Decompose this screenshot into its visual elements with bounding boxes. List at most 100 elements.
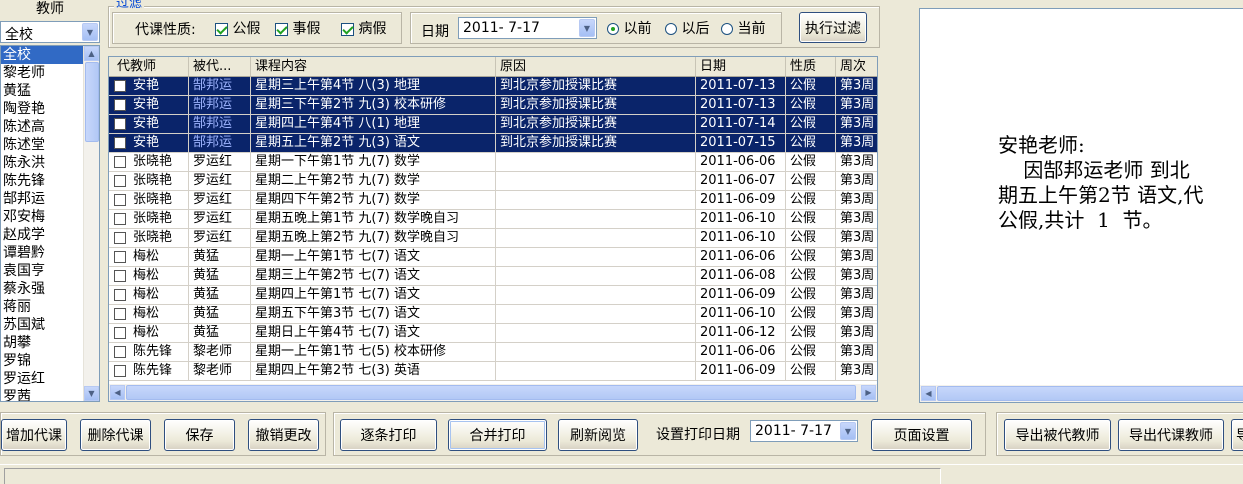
table-row[interactable]: 张晓艳 罗运红 星期四下午第2节 九(7) 数学 2011-06-09 公假 第3周 xyxy=(109,191,877,210)
checkbox-gongjia[interactable] xyxy=(215,22,228,36)
cell-date: 2011-06-10 xyxy=(696,305,786,324)
table-row[interactable]: 梅松 黄猛 星期三上午第2节 七(7) 语文 2011-06-08 公假 第3周 xyxy=(109,267,877,286)
filter-date-picker[interactable]: 2011- 7-17 ▼ xyxy=(458,17,597,39)
page-setup-button[interactable]: 页面设置 xyxy=(871,419,972,451)
table-row[interactable]: 安艳 郜邦运 星期四上午第4节 八(1) 地理 到北京参加授课比赛 2011-07-14… xyxy=(109,115,877,134)
cell-type: 公假 xyxy=(786,210,836,229)
export-more-button[interactable]: 导 xyxy=(1231,419,1243,451)
column-header[interactable]: 被代... xyxy=(189,57,251,77)
teacher-scope-dropdown[interactable]: 全校 ▼ xyxy=(0,21,100,43)
print-date-picker[interactable]: 2011- 7-17 ▼ xyxy=(750,420,858,442)
row-checkbox[interactable] xyxy=(114,99,126,111)
row-checkbox[interactable] xyxy=(114,175,126,187)
row-checkbox[interactable] xyxy=(114,156,126,168)
refresh-preview-button[interactable]: 刷新阅览 xyxy=(558,419,638,451)
radio-after-circle[interactable] xyxy=(665,23,677,35)
column-header[interactable]: 原因 xyxy=(496,57,696,77)
table-row[interactable]: 梅松 黄猛 星期五下午第3节 七(7) 语文 2011-06-10 公假 第3周 xyxy=(109,305,877,324)
cell-week: 第3周 xyxy=(836,77,877,96)
column-header[interactable]: 课程内容 xyxy=(251,57,496,77)
delete-substitution-button[interactable]: 删除代课 xyxy=(80,419,151,451)
print-each-button[interactable]: 逐条打印 xyxy=(340,419,437,451)
teacher-list[interactable]: 全校 黎老师 黄猛 陶登艳 陈述高 陈述堂 陈永洪 陈先锋 郜邦运 邓安梅 赵成学 谭碧黔 袁国亨 蔡永强… xyxy=(0,45,100,402)
cell-reason: 到北京参加授课比赛 xyxy=(496,77,696,96)
row-checkbox[interactable] xyxy=(114,232,126,244)
chevron-down-icon[interactable]: ▼ xyxy=(840,422,856,440)
scroll-up-icon[interactable]: ▲ xyxy=(84,46,99,61)
cell-orig: 黎老师 xyxy=(189,343,251,362)
chevron-down-icon[interactable]: ▼ xyxy=(579,19,595,37)
cell-course: 星期五上午第2节 九(3) 语文 xyxy=(251,134,496,153)
table-row[interactable]: 张晓艳 罗运红 星期五晚上第1节 九(7) 数学晚自习 2011-06-10 公假 第3周 xyxy=(109,210,877,229)
radio-current-circle[interactable] xyxy=(721,23,733,35)
scroll-left-icon[interactable]: ◀ xyxy=(921,386,936,401)
radio-before-label: 以前 xyxy=(623,21,652,37)
table-row[interactable]: 安艳 郜邦运 星期五上午第2节 九(3) 语文 到北京参加授课比赛 2011-07-15… xyxy=(109,134,877,153)
scrollbar-thumb[interactable] xyxy=(85,62,99,142)
table-row[interactable]: 张晓艳 罗运红 星期二上午第2节 九(7) 数学 2011-06-07 公假 第3周 xyxy=(109,172,877,191)
row-checkbox[interactable] xyxy=(114,137,126,149)
row-checkbox[interactable] xyxy=(114,194,126,206)
table-row[interactable]: 陈先锋 黎老师 星期一上午第1节 七(5) 校本研修 2011-06-06 公假 第3周 xyxy=(109,343,877,362)
checkbox-bingjia[interactable] xyxy=(341,22,354,36)
row-checkbox[interactable] xyxy=(114,289,126,301)
export-substituted-teacher-button[interactable]: 导出被代教师 xyxy=(1004,419,1111,451)
print-merged-button[interactable]: 合并打印 xyxy=(448,419,547,451)
type-checkbox-shijia[interactable]: 事假 xyxy=(275,18,320,38)
table-row[interactable]: 张晓艳 罗运红 星期五晚上第2节 九(7) 数学晚自习 2011-06-10 公假 第3周 xyxy=(109,229,877,248)
cell-reason xyxy=(496,153,696,172)
row-checkbox[interactable] xyxy=(114,365,126,377)
undo-changes-button[interactable]: 撤销更改 xyxy=(248,419,319,451)
column-header[interactable]: 代教师 xyxy=(109,57,189,77)
preview-hscrollbar[interactable]: ◀ xyxy=(920,385,1243,402)
scroll-down-icon[interactable]: ▼ xyxy=(84,386,99,401)
table-row[interactable]: 梅松 黄猛 星期一上午第1节 七(7) 语文 2011-06-06 公假 第3周 xyxy=(109,248,877,267)
table-row[interactable]: 陈先锋 黎老师 星期四上午第2节 七(3) 英语 2011-06-09 公假 第3周 xyxy=(109,362,877,381)
row-checkbox[interactable] xyxy=(114,270,126,282)
row-checkbox[interactable] xyxy=(114,213,126,225)
checkbox-shijia[interactable] xyxy=(275,22,288,36)
scroll-left-icon[interactable]: ◀ xyxy=(110,385,125,400)
save-button[interactable]: 保存 xyxy=(164,419,235,451)
teacher-panel-header: 教师 xyxy=(36,1,64,17)
column-header[interactable]: 性质 xyxy=(786,57,836,77)
add-substitution-button[interactable]: 增加代课 xyxy=(1,419,67,451)
scroll-right-icon[interactable]: ▶ xyxy=(861,385,876,400)
cell-course: 星期一上午第1节 七(5) 校本研修 xyxy=(251,343,496,362)
cell-type: 公假 xyxy=(786,305,836,324)
cell-week: 第3周 xyxy=(836,362,877,381)
chevron-down-icon[interactable]: ▼ xyxy=(82,23,98,41)
radio-after[interactable]: 以后 xyxy=(665,18,709,38)
radio-before[interactable]: 以前 xyxy=(607,18,651,38)
column-header[interactable]: 周次 xyxy=(836,57,877,77)
row-checkbox[interactable] xyxy=(114,80,126,92)
type-checkbox-bingjia[interactable]: 病假 xyxy=(341,18,386,38)
cell-date: 2011-07-15 xyxy=(696,134,786,153)
table-row[interactable]: 梅松 黄猛 星期四上午第1节 七(7) 语文 2011-06-09 公假 第3周 xyxy=(109,286,877,305)
row-checkbox[interactable] xyxy=(114,308,126,320)
table-row[interactable]: 梅松 黄猛 星期日上午第4节 七(7) 语文 2011-06-12 公假 第3周 xyxy=(109,324,877,343)
table-row[interactable]: 安艳 郜邦运 星期三上午第4节 八(3) 地理 到北京参加授课比赛 2011-07-13… xyxy=(109,77,877,96)
table-row[interactable]: 张晓艳 罗运红 星期一下午第1节 九(7) 数学 2011-06-06 公假 第3周 xyxy=(109,153,877,172)
hscrollbar-thumb[interactable] xyxy=(937,386,1243,401)
cell-orig: 郜邦运 xyxy=(189,96,251,115)
radio-current[interactable]: 当前 xyxy=(721,18,765,38)
row-checkbox[interactable] xyxy=(114,118,126,130)
cell-week: 第3周 xyxy=(836,343,877,362)
row-checkbox[interactable] xyxy=(114,251,126,263)
type-checkbox-gongjia[interactable]: 公假 xyxy=(215,18,260,38)
hscrollbar-thumb[interactable] xyxy=(126,385,856,400)
run-filter-button[interactable]: 执行过滤 xyxy=(799,12,867,43)
cell-orig: 黄猛 xyxy=(189,324,251,343)
row-checkbox[interactable] xyxy=(114,346,126,358)
cell-reason xyxy=(496,229,696,248)
grid-hscrollbar[interactable]: ◀ ▶ xyxy=(109,384,877,401)
table-row[interactable]: 安艳 郜邦运 星期三下午第2节 九(3) 校本研修 到北京参加授课比赛 2011-07-… xyxy=(109,96,877,115)
export-substitute-teacher-button[interactable]: 导出代课教师 xyxy=(1118,419,1224,451)
row-checkbox[interactable] xyxy=(114,327,126,339)
radio-before-circle[interactable] xyxy=(607,23,619,35)
substitution-grid[interactable]: 代教师 被代... 课程内容 原因 日期 性质 周次 安艳 郜邦运 星期三上午第4节 八(3) … xyxy=(108,56,878,402)
cell-type: 公假 xyxy=(786,286,836,305)
teacher-list-scrollbar[interactable]: ▲ ▼ xyxy=(83,46,99,401)
column-header[interactable]: 日期 xyxy=(696,57,786,77)
